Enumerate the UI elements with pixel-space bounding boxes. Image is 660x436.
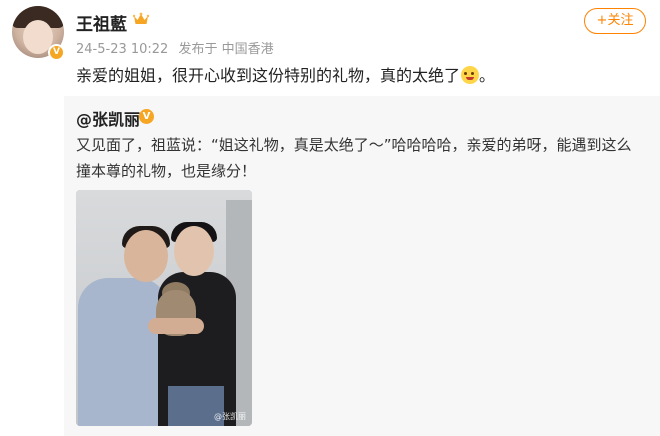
- repost-author[interactable]: @张凯丽: [76, 106, 140, 130]
- repost-text: 又见面了，祖蓝说：“姐这礼物，真是太绝了～”哈哈哈哈，亲爱的弟呀，能遇到这么撞本…: [76, 136, 632, 180]
- hands: [148, 318, 204, 334]
- post-meta: 24-5-23 10:22 发布于 中国香港: [76, 38, 280, 57]
- photo-watermark: @张凯丽: [214, 412, 246, 421]
- person-right-head: [174, 226, 214, 276]
- verified-badge-icon: V: [48, 44, 65, 61]
- post-text-suffix: 。: [479, 66, 496, 85]
- weibo-post: V 王祖藍 24-5-23 10:22 发布于 中国香港 +关注 亲爱的姐姐，很…: [0, 0, 660, 436]
- crown-icon: [133, 12, 149, 24]
- post-date[interactable]: 24-5-23 10:22: [76, 42, 168, 57]
- repost-card[interactable]: @张凯丽 V 又见面了，祖蓝说：“姐这礼物，真是太绝了～”哈哈哈哈，亲爱的弟呀，…: [64, 96, 660, 436]
- follow-button[interactable]: +关注: [584, 8, 646, 34]
- verified-icon: V: [139, 109, 154, 124]
- post-body: 亲爱的姐姐，很开心收到这份特别的礼物，真的太绝了。: [76, 64, 495, 88]
- laughing-emoji: [461, 66, 480, 84]
- post-text: 亲爱的姐姐，很开心收到这份特别的礼物，真的太绝了: [76, 66, 461, 85]
- post-source: 发布于 中国香港: [178, 42, 274, 57]
- person-left-head: [124, 230, 168, 282]
- repost-photo[interactable]: @张凯丽: [76, 190, 252, 426]
- author-name[interactable]: 王祖藍: [76, 10, 127, 35]
- person-left-body: [78, 278, 168, 426]
